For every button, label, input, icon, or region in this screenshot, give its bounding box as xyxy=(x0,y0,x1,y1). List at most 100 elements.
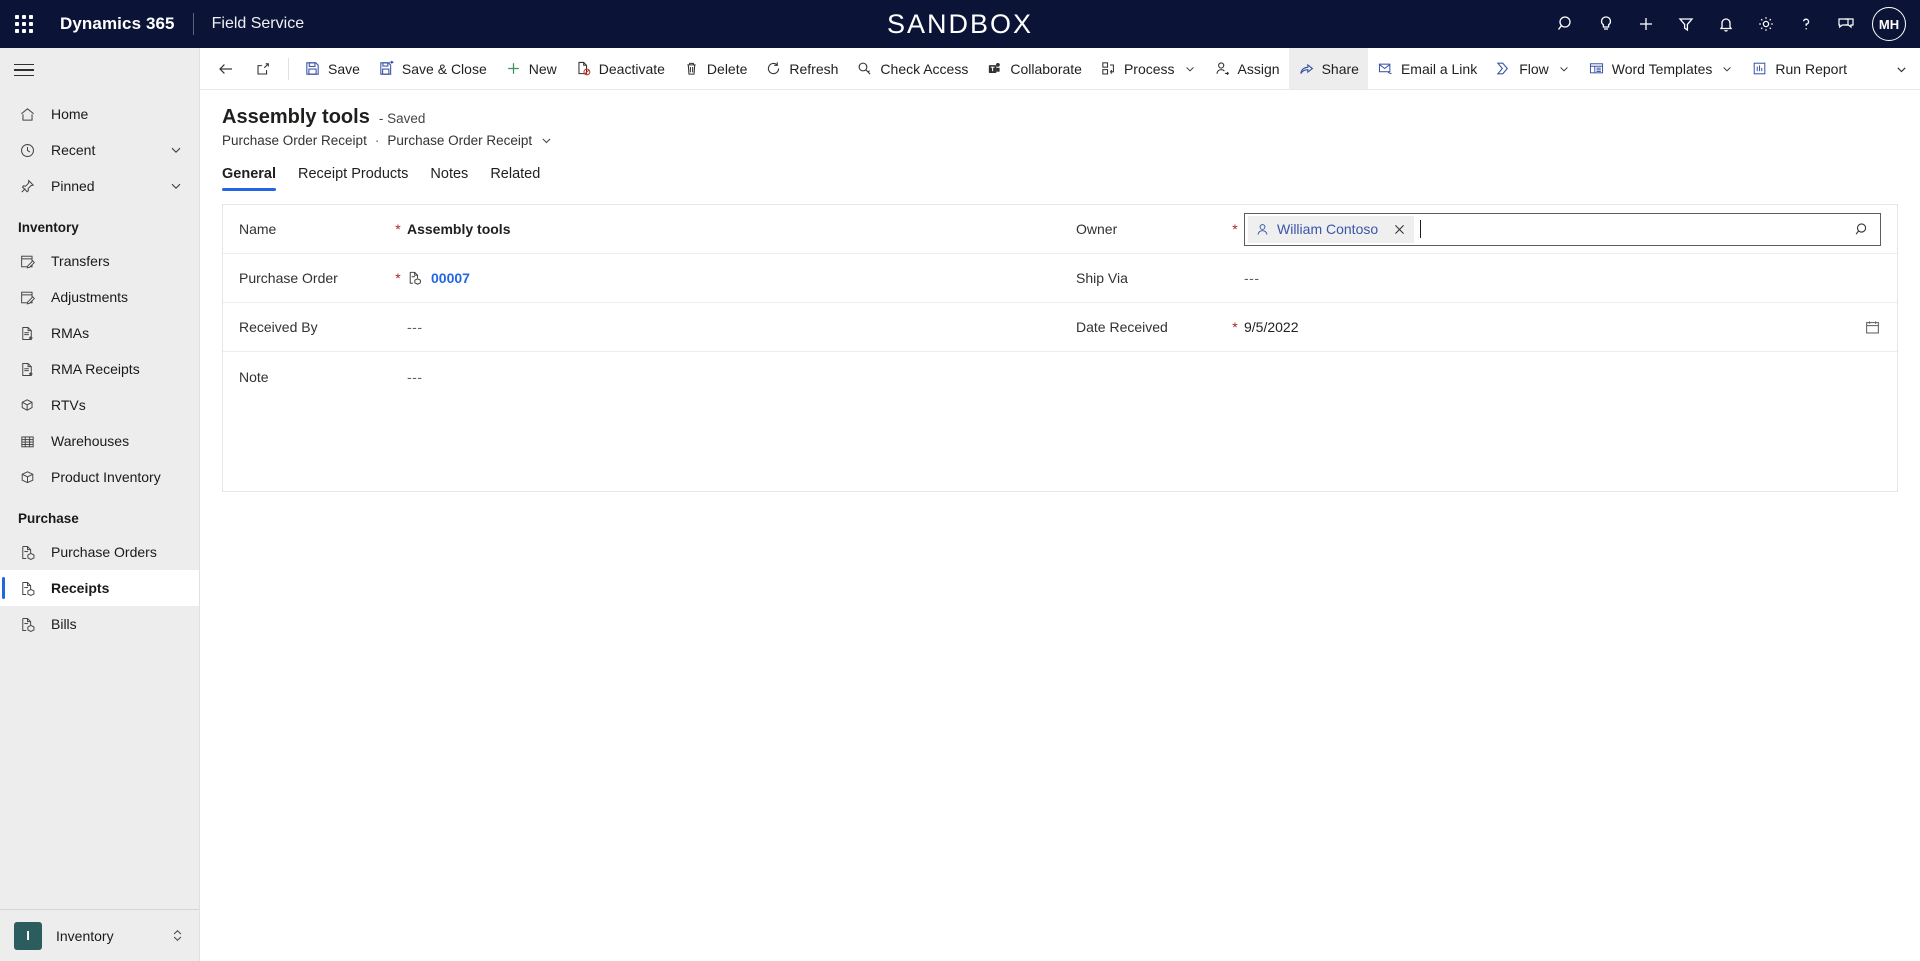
app-name[interactable]: Field Service xyxy=(212,15,304,33)
tab-receipt-products[interactable]: Receipt Products xyxy=(298,160,408,191)
filter-icon[interactable] xyxy=(1666,3,1706,45)
sidebar-item-rtvs[interactable]: RTVs xyxy=(0,387,199,423)
sidebar-item-label: Home xyxy=(51,106,89,122)
header-divider xyxy=(192,13,194,35)
field-label: Note xyxy=(239,368,269,385)
field-label: Ship Via xyxy=(1076,270,1128,286)
area-switcher-label: Inventory xyxy=(56,927,114,944)
tab-notes[interactable]: Notes xyxy=(430,160,468,191)
brand-title[interactable]: Dynamics 365 xyxy=(60,14,175,34)
avatar[interactable]: MH xyxy=(1872,7,1906,41)
breadcrumb: Purchase Order Receipt · Purchase Order … xyxy=(222,133,1920,148)
sidebar-item-label: RTVs xyxy=(51,397,86,413)
share-button[interactable]: Share xyxy=(1288,48,1368,89)
site-map-toggle-button[interactable] xyxy=(0,48,199,92)
process-button[interactable]: Process xyxy=(1091,48,1205,89)
bell-icon[interactable] xyxy=(1706,3,1746,45)
command-label: Delete xyxy=(706,60,748,77)
sidebar-item-label: Transfers xyxy=(51,253,110,269)
deactivate-button[interactable]: Deactivate xyxy=(566,48,674,89)
sidebar-group-title: Purchase xyxy=(18,511,79,526)
field-value[interactable]: --- xyxy=(1244,270,1881,286)
refresh-button[interactable]: Refresh xyxy=(756,48,847,89)
chevron-down-icon[interactable] xyxy=(540,134,553,147)
save-and-close-button[interactable]: Save & Close xyxy=(369,48,496,89)
sidebar-item-receipts[interactable]: Receipts xyxy=(0,570,199,606)
field-note: Note --- xyxy=(223,352,1060,401)
rtv-icon xyxy=(18,396,37,415)
field-label: Date Received xyxy=(1076,319,1168,335)
up-down-chevron-icon[interactable] xyxy=(170,928,185,943)
collaborate-button[interactable]: Collaborate xyxy=(977,48,1091,89)
owner-lookup-input[interactable]: William Contoso xyxy=(1244,212,1881,246)
sidebar-item-warehouses[interactable]: Warehouses xyxy=(0,423,199,459)
search-icon[interactable] xyxy=(1546,3,1586,45)
form-column-right: Owner * William Contoso Ship Via --- Dat… xyxy=(1060,205,1897,401)
chevron-down-icon[interactable] xyxy=(1184,63,1196,75)
bill-icon xyxy=(18,615,37,634)
delete-button[interactable]: Delete xyxy=(674,48,756,89)
report-icon xyxy=(1751,60,1768,77)
chevron-down-icon[interactable] xyxy=(169,179,183,193)
sidebar-item-label: Warehouses xyxy=(51,433,130,449)
chevron-down-icon[interactable] xyxy=(169,143,183,157)
field-ship-via: Ship Via --- xyxy=(1060,254,1897,303)
assign-icon xyxy=(1214,60,1231,77)
field-value[interactable]: 00007 xyxy=(407,270,1044,286)
email-link-icon xyxy=(1377,60,1394,77)
sidebar-item-adjustments[interactable]: Adjustments xyxy=(0,279,199,315)
close-icon[interactable] xyxy=(1388,223,1411,236)
field-value[interactable]: 9/5/2022 xyxy=(1244,319,1881,336)
chevron-down-icon[interactable] xyxy=(1721,63,1733,75)
pop-out-button[interactable] xyxy=(244,48,282,89)
back-button[interactable] xyxy=(208,48,244,89)
field-label: Name xyxy=(239,221,277,237)
sidebar-item-purchase-orders[interactable]: Purchase Orders xyxy=(0,534,199,570)
chevron-down-icon[interactable] xyxy=(1558,63,1570,75)
assign-button[interactable]: Assign xyxy=(1205,48,1289,89)
new-button[interactable]: New xyxy=(496,48,566,89)
process-icon xyxy=(1100,60,1117,77)
refresh-icon xyxy=(765,60,782,77)
rma-receipt-icon xyxy=(18,360,37,379)
flow-button[interactable]: Flow xyxy=(1486,48,1579,89)
owner-name: William Contoso xyxy=(1277,221,1379,237)
purchase-order-link[interactable]: 00007 xyxy=(431,270,470,286)
form-card: Name * Assembly tools Purchase Order * 0… xyxy=(222,204,1898,492)
sidebar-item-product-inventory[interactable]: Product Inventory xyxy=(0,459,199,495)
breadcrumb-entity[interactable]: Purchase Order Receipt xyxy=(222,133,367,148)
lightbulb-icon[interactable] xyxy=(1586,3,1626,45)
command-label: Refresh xyxy=(789,60,839,77)
tab-general[interactable]: General xyxy=(222,160,276,191)
field-label: Purchase Order xyxy=(239,270,338,286)
area-switcher[interactable]: I Inventory xyxy=(0,909,199,961)
app-launcher-button[interactable] xyxy=(0,0,48,48)
field-value[interactable]: --- xyxy=(407,319,1044,335)
lookup-search-icon[interactable] xyxy=(1845,221,1880,238)
owner-chip[interactable]: William Contoso xyxy=(1248,215,1415,243)
sidebar-item-home[interactable]: Home xyxy=(0,96,199,132)
sidebar-item-pinned[interactable]: Pinned xyxy=(0,168,199,204)
check-access-button[interactable]: Check Access xyxy=(847,48,977,89)
app-root: Dynamics 365 Field Service SANDBOX MH Ho… xyxy=(0,0,1920,961)
tab-related[interactable]: Related xyxy=(490,160,540,191)
save-button[interactable]: Save xyxy=(295,48,369,89)
sidebar-item-transfers[interactable]: Transfers xyxy=(0,243,199,279)
breadcrumb-form[interactable]: Purchase Order Receipt xyxy=(387,133,532,148)
word-templates-button[interactable]: Word Templates xyxy=(1579,48,1743,89)
calendar-icon[interactable] xyxy=(1864,319,1881,336)
run-report-button[interactable]: Run Report xyxy=(1742,48,1856,89)
field-value[interactable]: --- xyxy=(407,369,1044,385)
question-icon[interactable] xyxy=(1786,3,1826,45)
sidebar-item-recent[interactable]: Recent xyxy=(0,132,199,168)
gear-icon[interactable] xyxy=(1746,3,1786,45)
email-a-link-button[interactable]: Email a Link xyxy=(1368,48,1486,89)
sidebar-item-label: Purchase Orders xyxy=(51,544,157,560)
plus-icon[interactable] xyxy=(1626,3,1666,45)
sidebar-item-bills[interactable]: Bills xyxy=(0,606,199,642)
field-value[interactable]: Assembly tools xyxy=(407,221,1044,237)
sidebar-item-rmas[interactable]: RMAs xyxy=(0,315,199,351)
command-overflow-button[interactable] xyxy=(1887,48,1916,89)
sidebar-item-rma-receipts[interactable]: RMA Receipts xyxy=(0,351,199,387)
feedback-icon[interactable] xyxy=(1826,3,1866,45)
